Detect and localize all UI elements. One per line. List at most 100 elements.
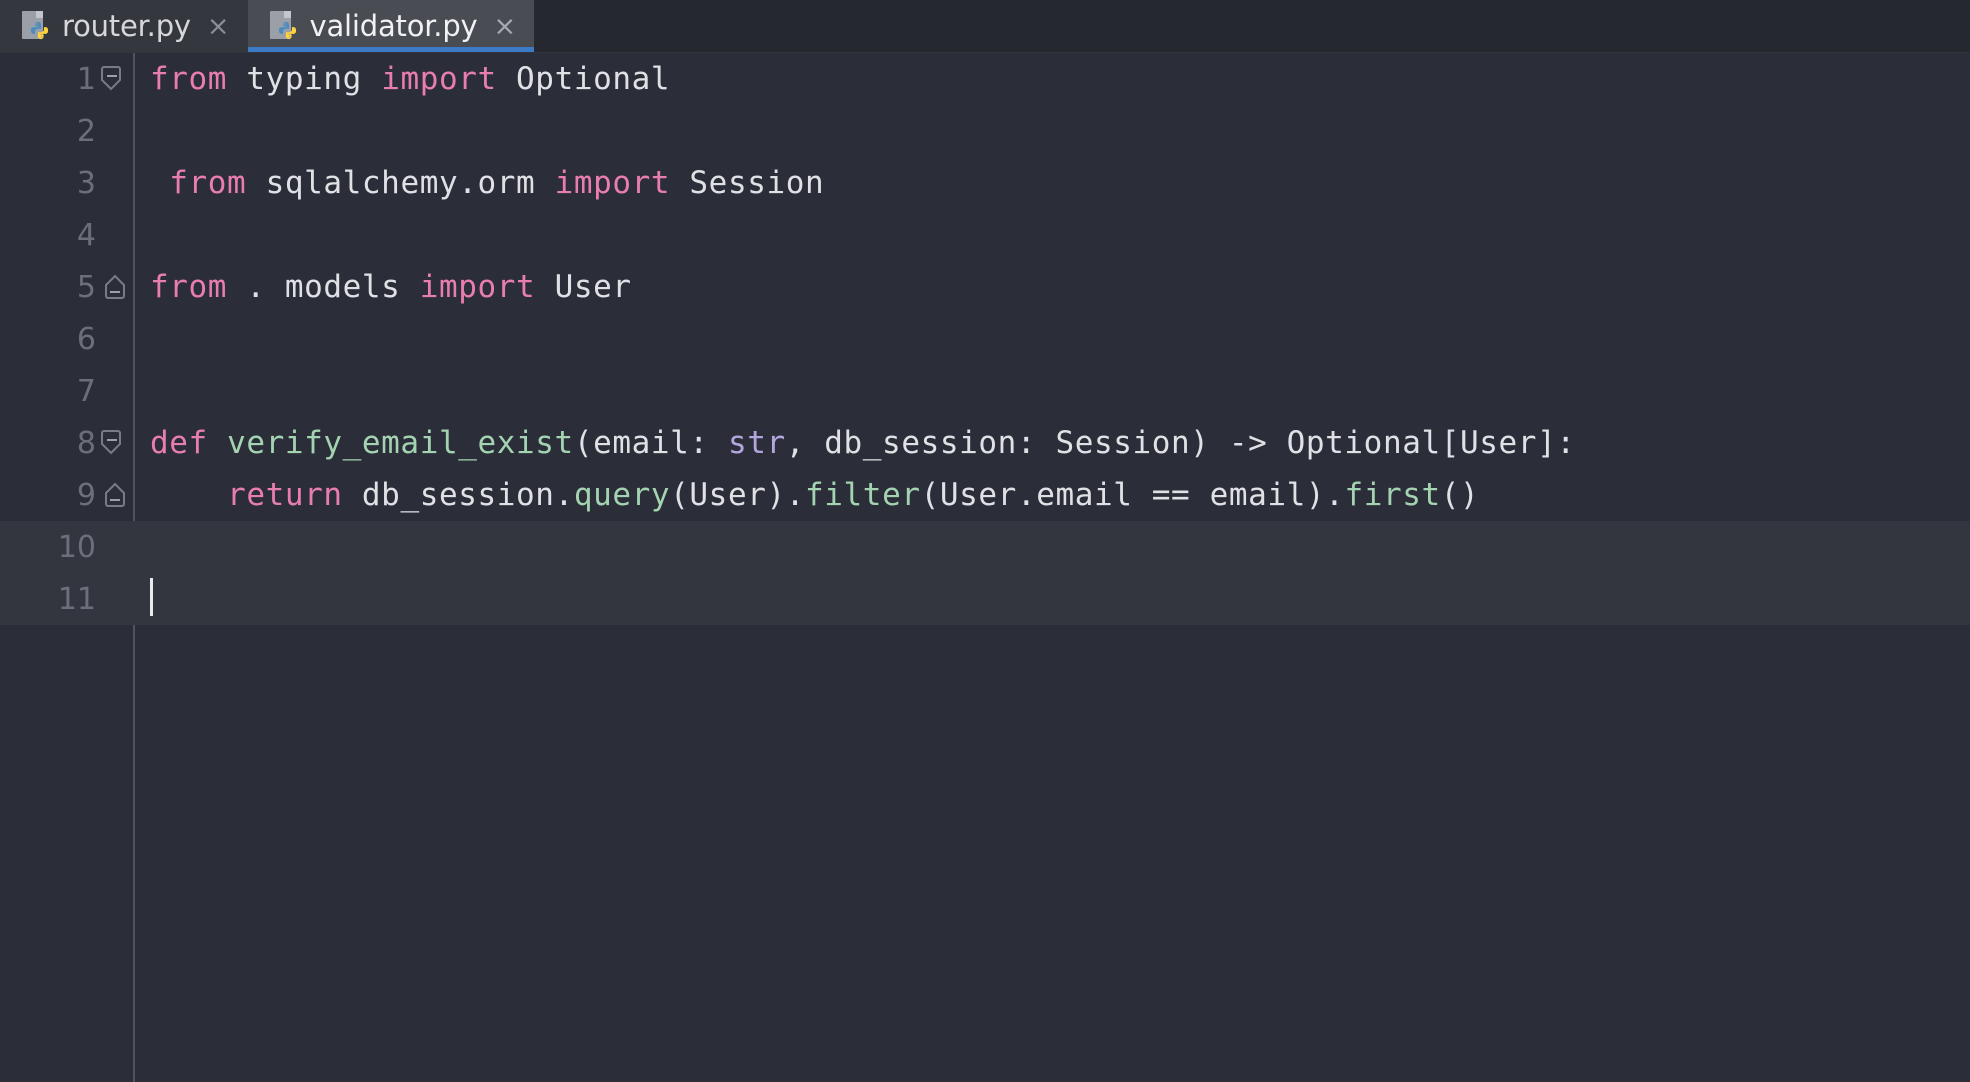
code-token: first [1344, 477, 1441, 513]
code-line[interactable]: 2 [0, 105, 1970, 157]
python-file-icon [22, 10, 49, 42]
code-line-text[interactable] [134, 578, 1970, 619]
code-token: , [785, 425, 825, 461]
code-line[interactable]: 6 [0, 313, 1970, 365]
code-token: query [573, 477, 671, 513]
code-line[interactable]: 8 def verify_email_exist(email: str, db_s… [0, 417, 1970, 469]
fold-gutter-cell[interactable] [96, 469, 134, 521]
code-token: ]: [1537, 425, 1576, 461]
code-line-text[interactable]: from . models import User [134, 269, 1970, 305]
code-token: def [150, 425, 208, 461]
fold-collapse-end-icon[interactable] [96, 469, 134, 521]
python-logo-icon [30, 21, 49, 39]
fold-gutter-cell[interactable] [96, 261, 134, 313]
line-number: 11 [57, 581, 96, 617]
code-line[interactable]: 10 [0, 521, 1970, 573]
line-number: 5 [76, 269, 96, 305]
code-token: . [1016, 477, 1037, 513]
code-token: User [1460, 425, 1538, 461]
fold-collapse-end-icon[interactable] [96, 261, 134, 313]
code-token: Session [689, 165, 825, 201]
code-line-list[interactable]: 1 from typing import Optional 2 3 from sqla… [0, 53, 1970, 1082]
fold-collapse-icon[interactable] [96, 53, 134, 105]
fold-gutter-cell[interactable] [96, 53, 134, 105]
code-token: typing [246, 61, 362, 97]
code-token: . [227, 269, 285, 305]
fold-gutter-cell [96, 521, 134, 573]
fold-gutter-cell [96, 365, 134, 417]
code-token: db_session [361, 477, 555, 513]
line-number: 2 [76, 113, 96, 149]
code-token: User [554, 269, 632, 305]
code-token: return [227, 477, 343, 513]
code-token: : [689, 425, 728, 461]
code-token: import [554, 165, 671, 201]
code-token: () [1440, 477, 1480, 513]
editor-tab-bar: router.py × validator.py × [0, 0, 1970, 53]
code-line[interactable]: 5 from . models import User [0, 261, 1970, 313]
code-token: str [727, 425, 786, 461]
code-token: models [284, 269, 401, 305]
code-token: : [1016, 425, 1056, 461]
close-icon[interactable]: × [491, 13, 517, 40]
fold-gutter-cell [96, 157, 134, 209]
code-token: ). [766, 477, 806, 513]
code-token: ( [670, 477, 690, 513]
code-line-text[interactable]: from sqlalchemy.orm import Session [134, 165, 1970, 201]
line-number: 7 [76, 373, 96, 409]
code-token: . [554, 477, 574, 513]
code-line[interactable]: 4 [0, 209, 1970, 261]
code-line-text[interactable]: def verify_email_exist(email: str, db_se… [134, 425, 1970, 461]
code-token: [ [1440, 425, 1460, 461]
code-token: ( [573, 425, 594, 461]
code-token: from [150, 269, 228, 305]
close-icon[interactable]: × [204, 13, 230, 40]
fold-collapse-icon[interactable] [96, 417, 134, 469]
editor-tab-router-py[interactable]: router.py × [0, 0, 248, 52]
code-line[interactable]: 11 [0, 573, 1970, 625]
code-token: filter [805, 477, 921, 513]
pycharm-editor-window: router.py × validator.py × 1 from typing … [0, 0, 1970, 1082]
code-line[interactable]: 3 from sqlalchemy.orm import Session [0, 157, 1970, 209]
code-token: User [939, 477, 1017, 513]
code-token: == [1132, 477, 1210, 513]
code-line[interactable]: 1 from typing import Optional [0, 53, 1970, 105]
text-caret [150, 578, 153, 617]
code-line[interactable]: 7 [0, 365, 1970, 417]
code-line[interactable]: 9 return db_session.query(User).filter(U… [0, 469, 1970, 521]
line-number: 6 [76, 321, 96, 357]
code-token: import [419, 269, 536, 305]
code-token: email [1209, 477, 1306, 513]
code-token: ( [920, 477, 940, 513]
code-line-text[interactable]: from typing import Optional [134, 61, 1970, 97]
code-token: Optional [1286, 425, 1441, 461]
line-number: 3 [76, 165, 96, 201]
fold-gutter-cell [96, 105, 134, 157]
code-editor-area[interactable]: 1 from typing import Optional 2 3 from sqla… [0, 53, 1970, 1082]
fold-gutter-cell [96, 313, 134, 365]
code-token: Optional [516, 61, 671, 97]
line-number: 8 [76, 425, 96, 461]
line-number: 9 [76, 477, 96, 513]
editor-tab-validator-py[interactable]: validator.py × [247, 0, 535, 52]
python-logo-icon [278, 21, 296, 39]
code-token: ). [1305, 477, 1345, 513]
line-number: 1 [76, 61, 96, 97]
fold-gutter-cell[interactable] [96, 417, 134, 469]
code-token: email [593, 425, 690, 461]
code-token: from [150, 61, 228, 97]
code-token: import [381, 61, 497, 97]
python-file-icon [269, 10, 297, 42]
code-line-text[interactable]: return db_session.query(User).filter(Use… [134, 477, 1970, 513]
